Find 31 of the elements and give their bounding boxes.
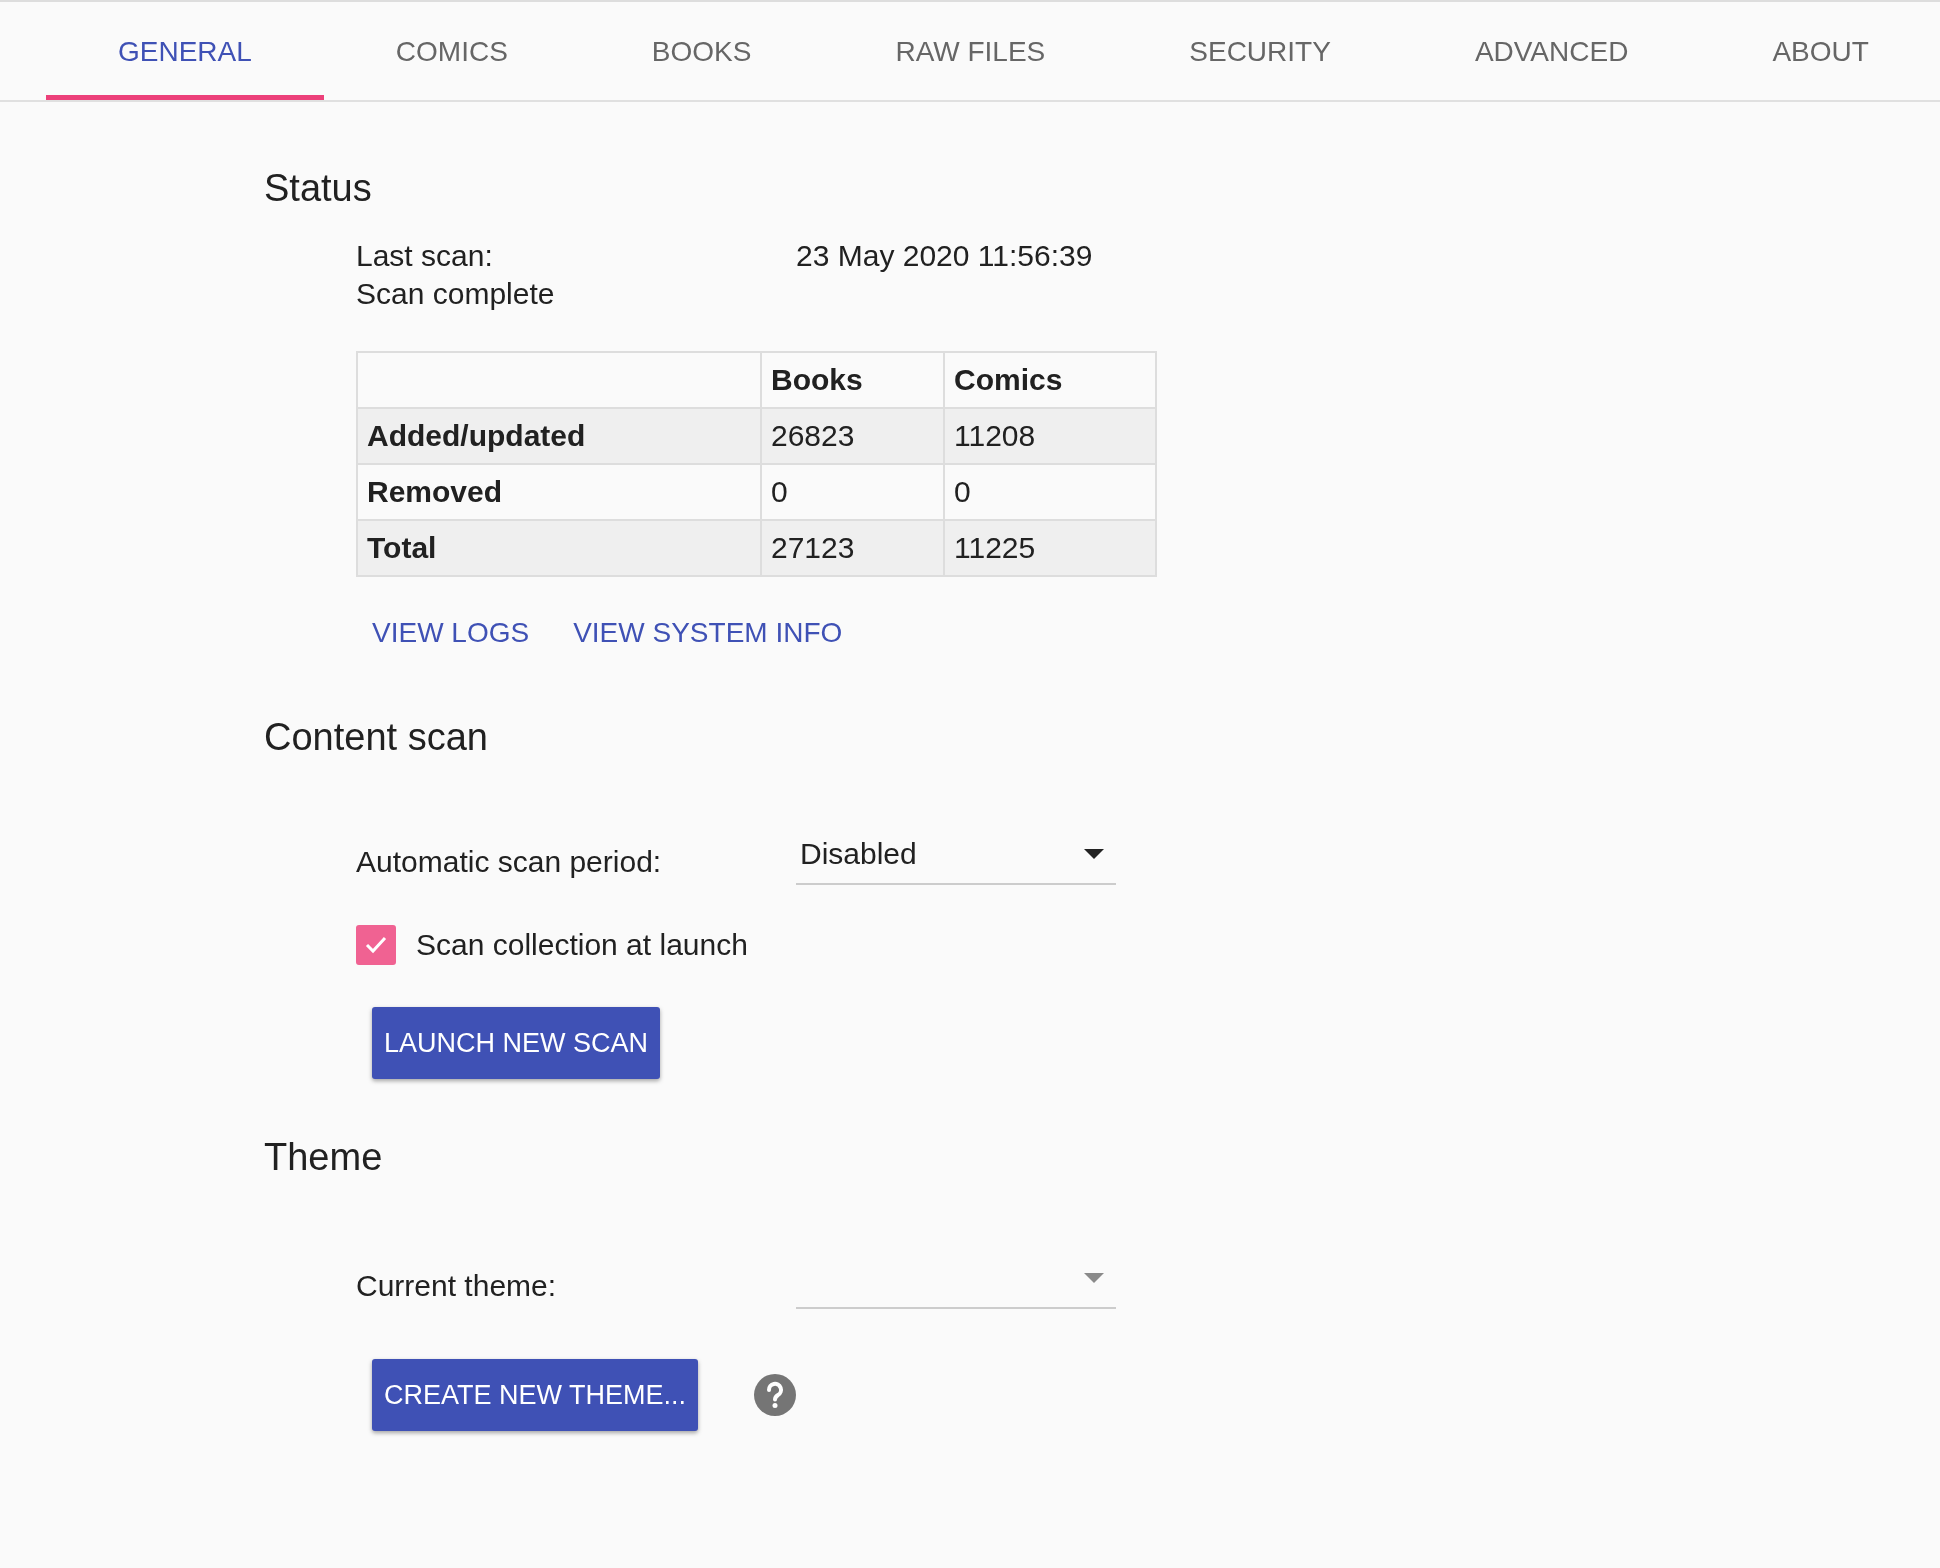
tab[interactable]: RAW FILES [823,2,1118,100]
caret-icon [1084,1273,1104,1283]
tab[interactable]: SECURITY [1117,2,1403,100]
tab[interactable]: GENERAL [46,2,324,100]
create-theme-button[interactable]: CREATE NEW THEME... [372,1359,699,1431]
table-cell: 27123 [761,520,944,576]
row-header: Total [357,520,761,576]
launch-scan-button[interactable]: LAUNCH NEW SCAN [372,1007,661,1079]
last-scan-label: Last scan: [356,238,494,274]
tab[interactable]: BOOKS [579,2,824,100]
text-button[interactable]: VIEW SYSTEM INFO [557,607,859,659]
theme-label: Current theme: [356,1268,558,1304]
scan-status: Scan complete [356,276,556,312]
help-icon[interactable] [754,1374,797,1416]
section-heading: Theme [264,1135,384,1179]
table-cell: 26823 [761,408,944,464]
checkbox-label: Scan collection at launch [416,928,748,962]
tab[interactable]: ADVANCED [1402,2,1701,100]
tab[interactable]: COMICS [323,2,580,100]
caret-icon [1084,849,1104,859]
table-cell: 11208 [944,408,1156,464]
scan-period-select[interactable]: Disabled [796,833,1116,885]
section-heading: Status [264,166,373,210]
scan-period-label: Automatic scan period: [356,844,663,880]
checkbox[interactable] [356,925,396,965]
section-heading: Content scan [264,715,489,759]
text-button[interactable]: VIEW LOGS [356,607,546,659]
last-scan-value: 23 May 2020 11:56:39 [796,238,1093,274]
tab[interactable]: ABOUT [1700,2,1940,100]
table-cell: 11225 [944,520,1156,576]
row-header: Added/updated [357,408,761,464]
